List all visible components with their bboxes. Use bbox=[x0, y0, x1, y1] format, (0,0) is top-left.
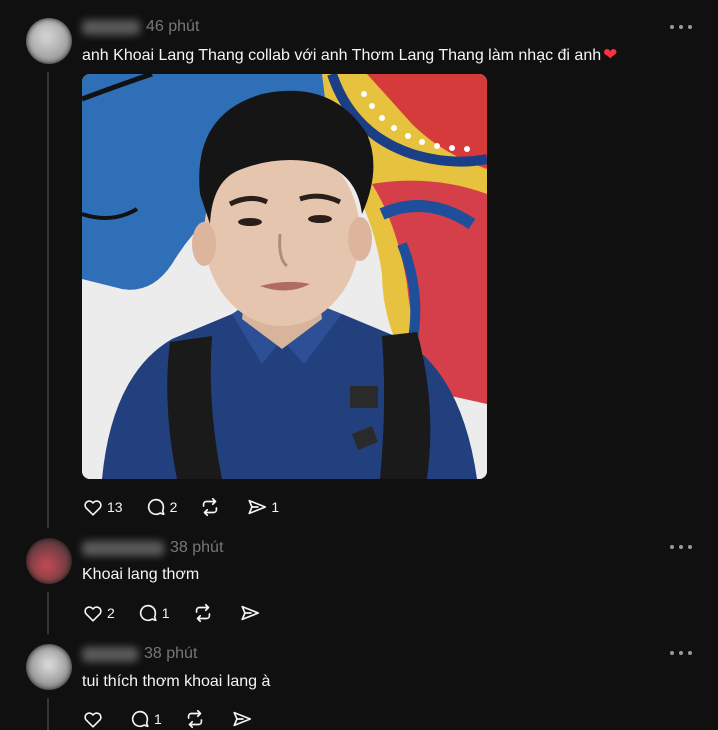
more-button[interactable] bbox=[670, 22, 692, 32]
send-icon bbox=[248, 499, 267, 515]
reply-button[interactable]: 1 bbox=[137, 602, 170, 624]
send-icon bbox=[240, 605, 259, 621]
share-button[interactable] bbox=[239, 602, 264, 624]
repost-button[interactable] bbox=[199, 496, 224, 518]
more-button[interactable] bbox=[670, 648, 692, 658]
comment-meta: 38 phút bbox=[82, 645, 197, 663]
like-button[interactable]: 2 bbox=[82, 602, 115, 624]
avatar[interactable] bbox=[26, 18, 72, 64]
heart-emoji: ❤ bbox=[603, 45, 618, 64]
reply-button[interactable]: 1 bbox=[129, 708, 162, 730]
heart-icon bbox=[84, 606, 102, 622]
heart-icon bbox=[84, 712, 102, 728]
like-count: 13 bbox=[107, 499, 123, 515]
more-button[interactable] bbox=[670, 542, 692, 552]
reply-button[interactable]: 2 bbox=[145, 496, 178, 518]
reply-count: 1 bbox=[161, 605, 170, 621]
like-count: 2 bbox=[107, 605, 115, 621]
timestamp: 38 phút bbox=[170, 539, 224, 556]
comment-actions: 2 1 bbox=[82, 602, 286, 624]
repost-button[interactable] bbox=[192, 602, 217, 624]
share-count: 1 bbox=[271, 499, 280, 515]
like-button[interactable]: 13 bbox=[82, 496, 123, 518]
send-icon bbox=[233, 711, 251, 727]
comment-actions: 13 2 1 bbox=[82, 496, 301, 518]
more-icon bbox=[670, 545, 674, 549]
repost-icon bbox=[203, 497, 218, 517]
photo-image bbox=[82, 74, 487, 479]
reply-count: 1 bbox=[154, 711, 162, 727]
comment-icon bbox=[147, 498, 165, 516]
avatar[interactable] bbox=[26, 644, 72, 690]
thread-line bbox=[47, 592, 49, 634]
heart-icon bbox=[84, 500, 102, 516]
username[interactable] bbox=[82, 19, 140, 35]
thread-line bbox=[47, 72, 49, 528]
comment-icon bbox=[139, 604, 157, 622]
share-button[interactable]: 1 bbox=[246, 496, 279, 518]
avatar[interactable] bbox=[26, 538, 72, 584]
username[interactable] bbox=[82, 646, 138, 662]
comment-text: tui thích thơm khoai lang à bbox=[82, 673, 271, 690]
username[interactable] bbox=[82, 540, 164, 556]
thread-line bbox=[47, 698, 49, 730]
more-icon bbox=[670, 25, 674, 29]
comment-meta: 38 phút bbox=[82, 539, 223, 557]
comment-text: anh Khoai Lang Thang collab với anh Thơm… bbox=[82, 45, 618, 64]
share-button[interactable] bbox=[231, 708, 256, 730]
repost-icon bbox=[187, 709, 203, 729]
comment-text: Khoai lang thơm bbox=[82, 566, 200, 583]
like-button[interactable] bbox=[82, 708, 107, 730]
repost-button[interactable] bbox=[184, 708, 209, 730]
timestamp: 46 phút bbox=[146, 18, 200, 35]
repost-icon bbox=[195, 603, 210, 623]
comment-meta: 46 phút bbox=[82, 18, 199, 36]
timestamp: 38 phút bbox=[144, 645, 198, 662]
reply-count: 2 bbox=[169, 499, 178, 515]
attached-photo[interactable] bbox=[82, 74, 487, 479]
comment-actions: 1 bbox=[82, 708, 278, 730]
more-icon bbox=[670, 651, 674, 655]
comment-icon bbox=[131, 710, 149, 728]
